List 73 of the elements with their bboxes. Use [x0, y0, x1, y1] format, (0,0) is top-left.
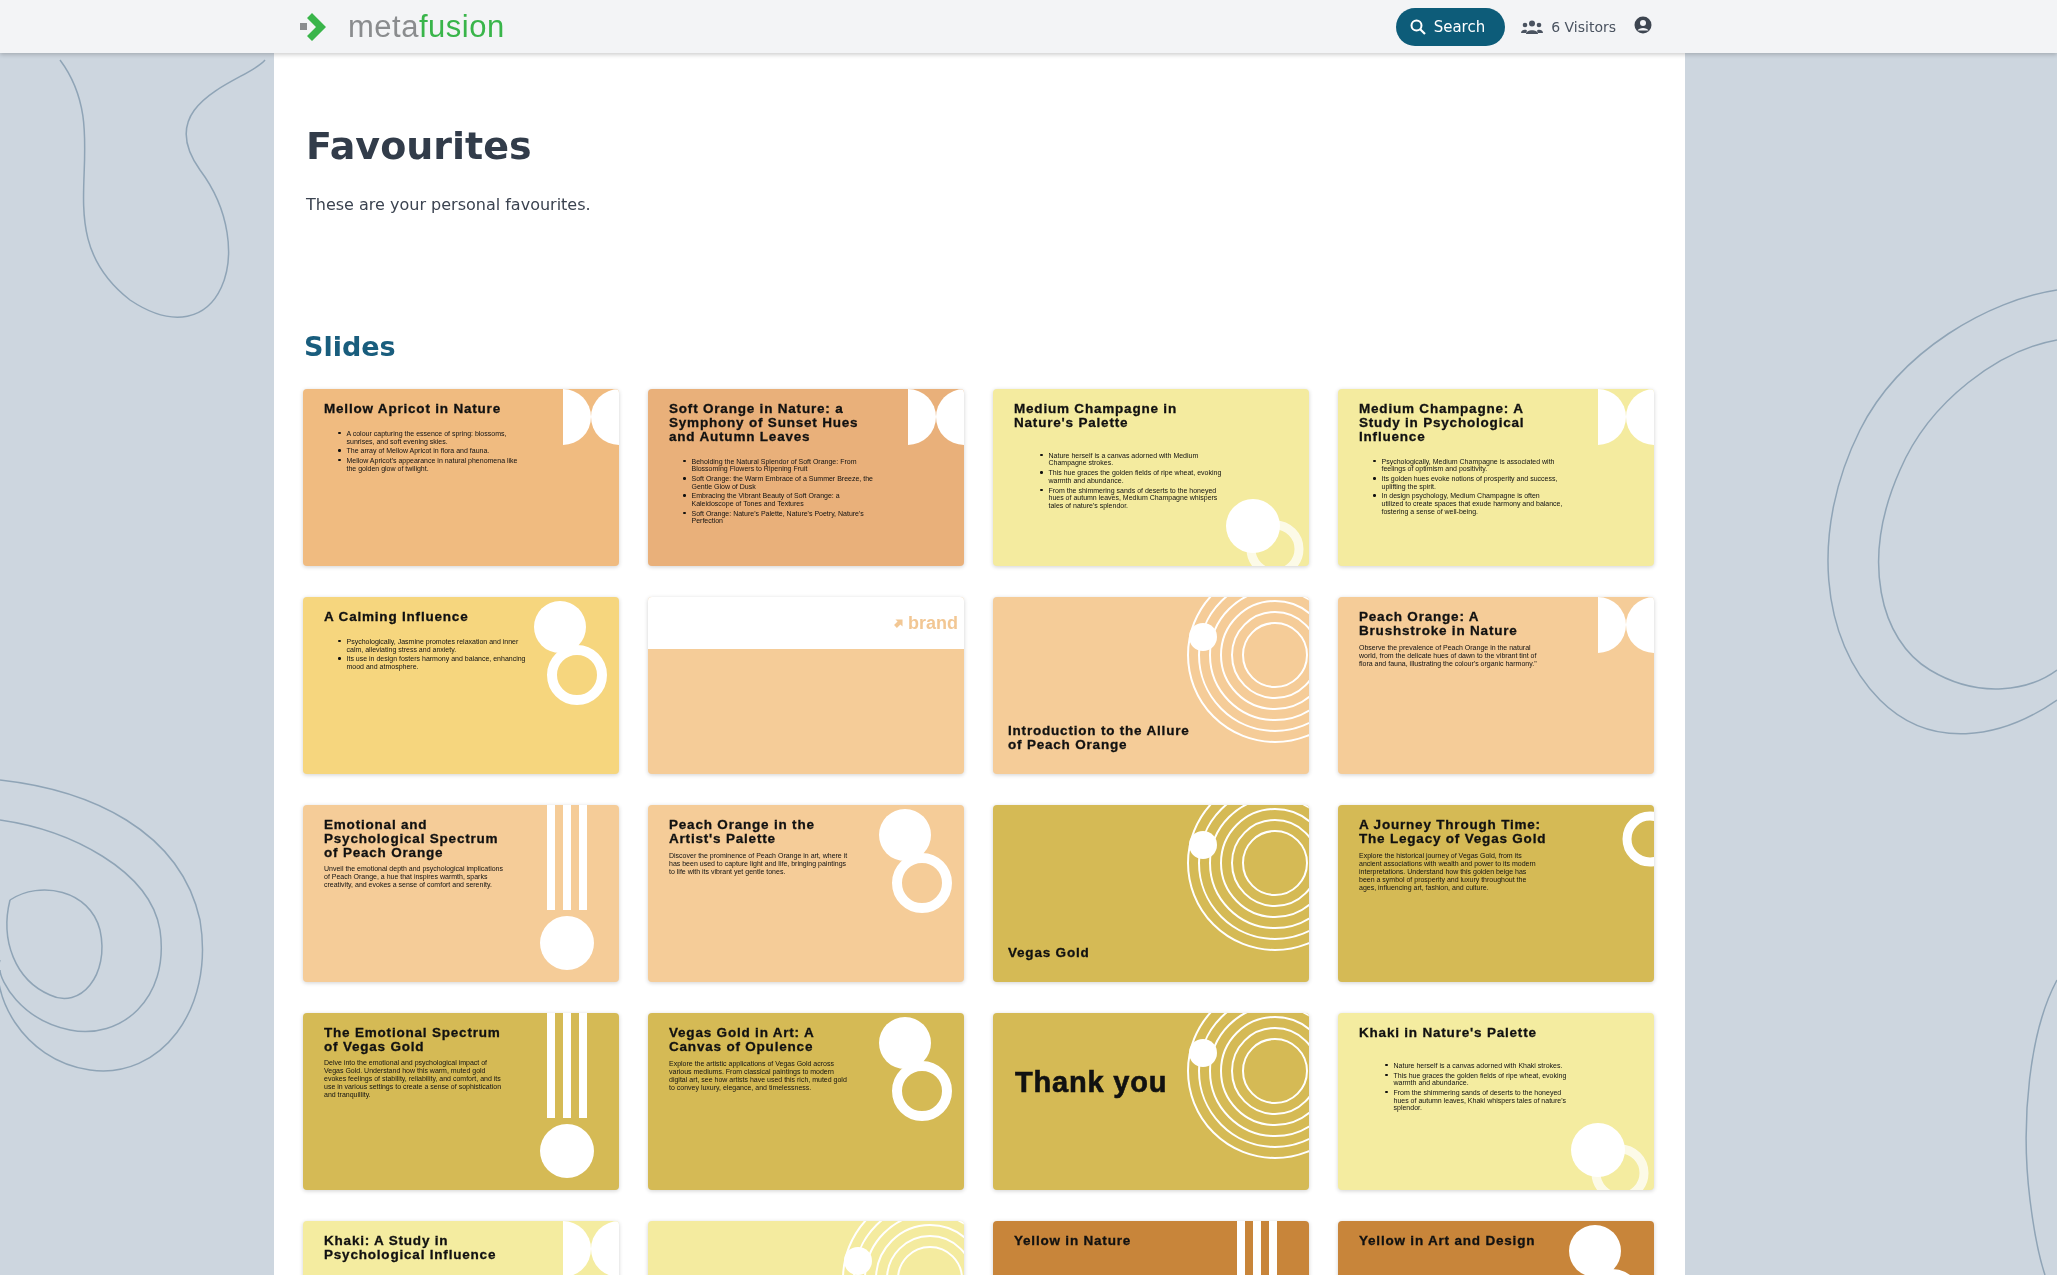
ring-shape	[892, 853, 952, 913]
half-circles-drawing	[563, 389, 619, 445]
bullet-dot	[338, 431, 341, 435]
slide-title: Thank you	[1015, 1068, 1168, 1098]
bullet-dot	[1385, 1073, 1388, 1077]
bullet-dot	[683, 494, 686, 497]
bullet-dot	[338, 639, 341, 643]
bullet-dot	[1373, 494, 1376, 497]
bullet-dot	[1040, 488, 1043, 492]
slide-thumbnail[interactable]: Yellow in Nature	[993, 1221, 1309, 1275]
half-circles-drawing	[1598, 597, 1654, 653]
bullet-dot	[683, 511, 686, 515]
slide-title: Introduction to the Allure of Peach Orange	[1008, 724, 1191, 752]
slide-title: Peach Orange in the Artist's Palette	[669, 818, 816, 846]
slide-thumbnail[interactable]	[1338, 805, 1654, 982]
slide-title: Yellow in Art and Design	[1359, 1234, 1537, 1248]
slide-title: Vegas Gold	[1008, 946, 1090, 960]
slide-title: The Emotional Spectrum of Vegas Gold	[324, 1026, 502, 1054]
slide-title: Yellow in Nature	[1014, 1234, 1133, 1248]
page-description: These are your personal favourites.	[306, 195, 592, 214]
bullet-dot	[1373, 477, 1376, 480]
half-circles-drawing	[1598, 389, 1654, 445]
slide-thumbnail[interactable]: Thank you	[993, 1013, 1309, 1190]
slide-title: Medium Champagne in Nature's Palette	[1014, 402, 1178, 430]
slide-title: A Journey Through Time: The Legacy of Vegas Gold	[1359, 818, 1548, 846]
slide-title: Vegas Gold in Art: A Canvas of Opulence	[669, 1026, 815, 1054]
slide-title: A Calming Influence	[324, 610, 470, 624]
ring-shape	[547, 645, 607, 705]
half-circles-drawing	[908, 389, 964, 445]
bullet-dot	[338, 449, 341, 452]
slide-title: Khaki in Nature's Palette	[1359, 1026, 1538, 1040]
slide-thumbnail[interactable]	[1338, 389, 1654, 566]
slide-thumbnail[interactable]	[303, 1013, 619, 1190]
bullet-dot	[1040, 453, 1043, 457]
bullet-dot	[1040, 471, 1043, 474]
bullet-dot	[338, 657, 341, 660]
slide-thumbnail[interactable]: Introduction to the Allure of Peach Orange	[993, 597, 1309, 774]
user-account-icon[interactable]	[1634, 15, 1652, 34]
search-button[interactable]: Search	[1395, 7, 1506, 46]
slide-title: Khaki: A Study in Psychological Influence	[324, 1234, 498, 1262]
circle-shape	[534, 601, 586, 653]
bullet-dot	[338, 458, 341, 462]
bullet-dot	[683, 459, 686, 463]
slide-title: Medium Champagne: A Study in Psychological Influence	[1359, 402, 1526, 444]
slide-title: Mellow Apricot in Nature	[324, 402, 502, 416]
slide-thumbnail[interactable]	[1338, 1013, 1654, 1190]
visitors-count[interactable]: 6 Visitors	[1551, 18, 1616, 35]
slide-title: Soft Orange in Nature: a Symphony of Sunset Hues and Autumn Leaves	[669, 402, 860, 444]
slide-thumbnail[interactable]	[303, 805, 619, 982]
search-icon	[1409, 18, 1426, 35]
ring-drawing	[1622, 811, 1654, 867]
slide-thumbnail[interactable]	[648, 1013, 964, 1190]
circle-shape	[879, 809, 931, 861]
bullet-dot	[1373, 459, 1376, 463]
people-icon	[1521, 19, 1544, 34]
circle-shape	[879, 1017, 931, 1069]
brand-arrow-icon	[893, 617, 905, 629]
section-heading: Slides	[304, 330, 397, 364]
bullet-dot	[1385, 1090, 1388, 1094]
ring-shape	[892, 1061, 952, 1121]
slide-thumbnail[interactable]	[303, 389, 619, 566]
bullet-dot	[1385, 1063, 1388, 1067]
brand-logo-text: brand	[908, 612, 958, 634]
slide-title: Peach Orange: A Brushstroke in Nature	[1359, 610, 1519, 638]
page-title: Favourites	[306, 123, 533, 169]
slide-thumbnail[interactable]	[1338, 597, 1654, 774]
slide-thumbnail[interactable]: Vegas Gold	[993, 805, 1309, 982]
slide-thumbnail[interactable]	[993, 389, 1309, 566]
slide-title: Emotional and Psychological Spectrum of Peach Orange	[324, 818, 500, 860]
slide-thumbnail[interactable]	[648, 389, 964, 566]
slide-thumbnail[interactable]: Yellow in Art and Design	[1338, 1221, 1654, 1275]
bullet-dot	[683, 477, 686, 480]
slide-thumbnail[interactable]: Khaki: A Study in Psychological Influence	[303, 1221, 619, 1275]
